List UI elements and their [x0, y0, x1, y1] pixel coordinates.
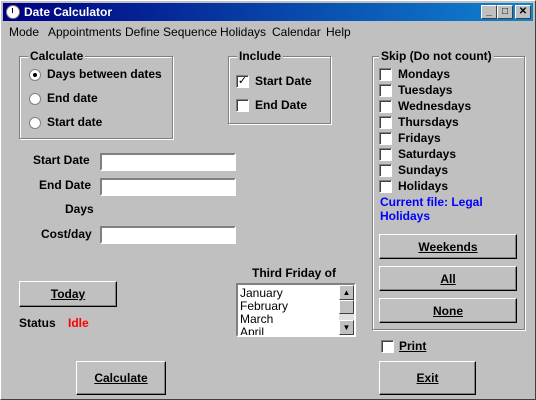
include-start-date-checkbox[interactable]: ✓ — [236, 75, 249, 88]
skip-holidays-checkbox[interactable] — [379, 180, 392, 193]
today-button[interactable]: Today — [19, 281, 117, 307]
skip-mondays-checkbox[interactable] — [379, 68, 392, 81]
skip-fridays-label[interactable]: Fridays — [398, 131, 441, 145]
none-button[interactable]: None — [379, 298, 517, 323]
title-bar: Date Calculator _ □ ✕ — [3, 3, 533, 21]
menu-define-sequence[interactable]: Define Sequence — [125, 25, 217, 39]
month-item[interactable]: March — [240, 312, 273, 326]
calculate-button[interactable]: Calculate — [76, 361, 166, 395]
start-date-option-label[interactable]: Start date — [47, 115, 102, 129]
end-date-field[interactable] — [100, 178, 236, 196]
menu-appointments[interactable]: Appointments — [48, 25, 121, 39]
clock-icon — [6, 5, 20, 19]
end-date-option-label[interactable]: End date — [47, 91, 98, 105]
menu-help[interactable]: Help — [326, 25, 351, 39]
skip-mondays-label[interactable]: Mondays — [398, 67, 450, 81]
skip-group-label: Skip (Do not count) — [379, 49, 494, 63]
calculate-button-label: Calculate — [94, 371, 148, 385]
close-button[interactable]: ✕ — [515, 5, 531, 19]
status-value: Idle — [68, 316, 89, 330]
start-date-label: Start Date — [33, 153, 90, 167]
days-between-dates-label[interactable]: Days between dates — [47, 67, 162, 81]
window-title: Date Calculator — [24, 5, 113, 19]
include-end-date-checkbox[interactable] — [236, 99, 249, 112]
scroll-up-arrow-icon[interactable]: ▲ — [339, 285, 354, 300]
all-button-label: All — [440, 271, 456, 286]
end-date-label: End Date — [39, 178, 92, 192]
month-item[interactable]: April — [240, 325, 264, 335]
end-date-radio[interactable] — [29, 93, 41, 105]
cost-per-day-label: Cost/day — [41, 227, 92, 241]
current-file-text: Current file: Legal Holidays — [380, 195, 483, 223]
skip-tuesdays-label[interactable]: Tuesdays — [398, 83, 452, 97]
weekends-button[interactable]: Weekends — [379, 234, 517, 259]
include-start-date-label[interactable]: Start Date — [255, 74, 312, 88]
print-label-text: Print — [399, 339, 427, 353]
menu-mode[interactable]: Mode — [9, 25, 39, 39]
none-button-label: None — [433, 303, 463, 318]
days-label: Days — [65, 202, 94, 216]
all-button[interactable]: All — [379, 266, 517, 291]
today-button-label: Today — [50, 287, 86, 301]
print-checkbox[interactable] — [381, 340, 394, 353]
status-label: Status — [19, 316, 56, 330]
skip-tuesdays-checkbox[interactable] — [379, 84, 392, 97]
date-calculator-window: Date Calculator _ □ ✕ Mode Appointments … — [0, 0, 536, 400]
month-scrollbar[interactable]: ▲ ▼ — [339, 285, 354, 335]
maximize-button[interactable]: □ — [497, 5, 513, 19]
skip-holidays-label[interactable]: Holidays — [398, 179, 448, 193]
weekends-button-label: Weekends — [418, 239, 478, 254]
exit-button-label: Exit — [416, 371, 439, 385]
calculate-group: Calculate Days between dates End date St… — [19, 49, 173, 139]
menu-holidays[interactable]: Holidays — [220, 25, 266, 39]
menu-bar: Mode Appointments Define Sequence Holida… — [3, 23, 533, 41]
skip-fridays-checkbox[interactable] — [379, 132, 392, 145]
days-between-dates-radio[interactable] — [29, 69, 41, 81]
skip-sundays-checkbox[interactable] — [379, 164, 392, 177]
calculate-group-label: Calculate — [28, 49, 86, 63]
include-end-date-label[interactable]: End Date — [255, 98, 307, 112]
skip-saturdays-label[interactable]: Saturdays — [398, 147, 456, 161]
month-listbox[interactable]: January February March April ▲ ▼ — [236, 283, 356, 337]
third-friday-label: Third Friday of — [252, 266, 336, 280]
scroll-down-arrow-icon[interactable]: ▼ — [339, 320, 354, 335]
skip-sundays-label[interactable]: Sundays — [398, 163, 448, 177]
print-label[interactable]: Print — [399, 339, 426, 353]
start-date-field[interactable] — [100, 153, 236, 171]
skip-group: Skip (Do not count) Mondays Tuesdays Wed… — [372, 49, 525, 330]
include-group: Include ✓ Start Date End Date — [228, 49, 331, 124]
skip-saturdays-checkbox[interactable] — [379, 148, 392, 161]
include-group-label: Include — [237, 49, 284, 63]
start-date-radio[interactable] — [29, 117, 41, 129]
cost-per-day-field[interactable] — [100, 226, 236, 244]
month-item[interactable]: January — [240, 286, 283, 300]
skip-thursdays-checkbox[interactable] — [379, 116, 392, 129]
skip-wednesdays-label[interactable]: Wednesdays — [398, 99, 471, 113]
minimize-button[interactable]: _ — [481, 5, 497, 19]
skip-wednesdays-checkbox[interactable] — [379, 100, 392, 113]
scroll-thumb[interactable] — [339, 300, 354, 314]
skip-thursdays-label[interactable]: Thursdays — [398, 115, 459, 129]
month-item[interactable]: February — [240, 299, 288, 313]
exit-button[interactable]: Exit — [379, 361, 476, 395]
menu-calendar[interactable]: Calendar — [272, 25, 321, 39]
